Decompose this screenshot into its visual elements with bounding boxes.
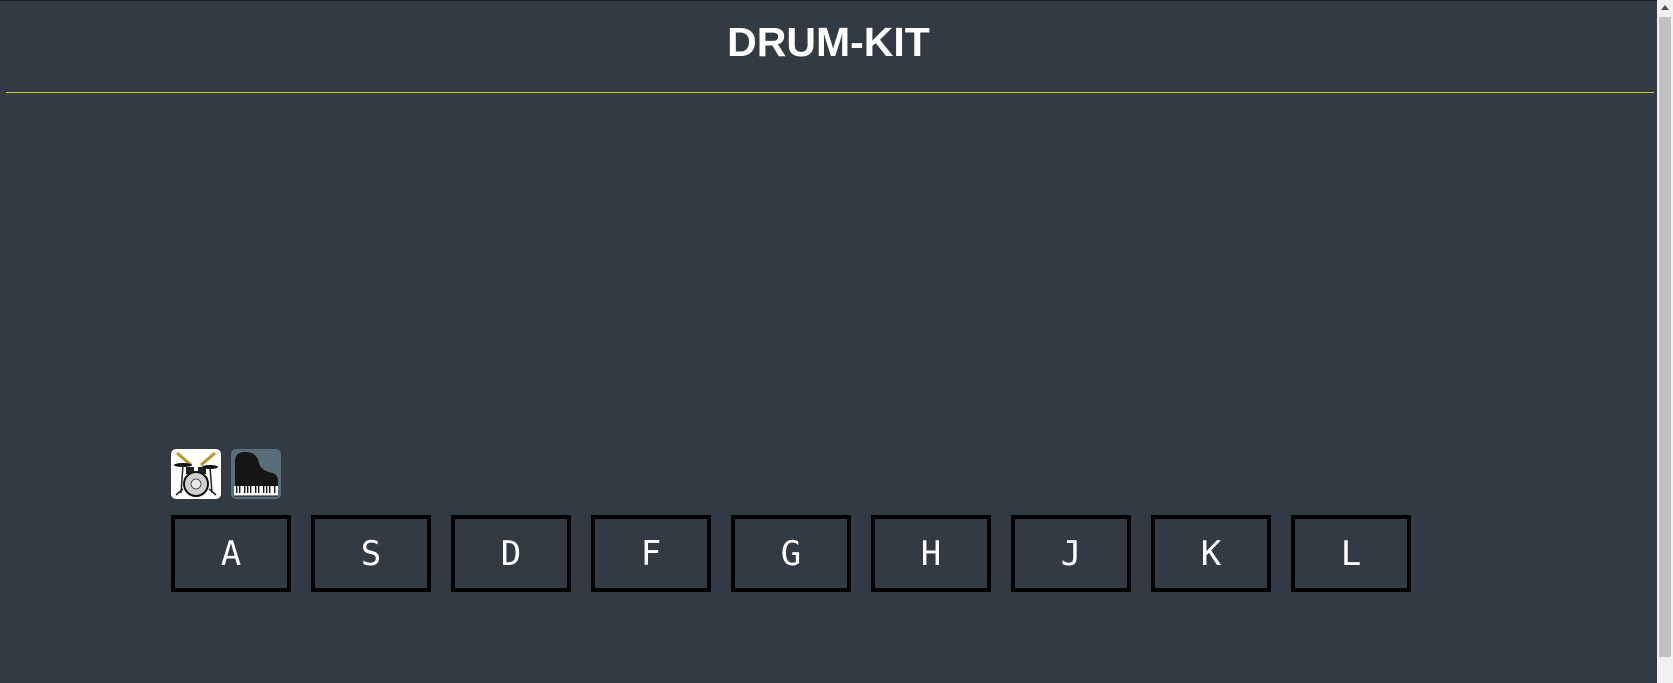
drum-kit-page: DRUM-KIT A S D F G H J K L — [0, 0, 1673, 683]
title-divider — [6, 92, 1654, 93]
drum-key-s[interactable]: S — [311, 515, 431, 592]
drum-key-a[interactable]: A — [171, 515, 291, 592]
page-title: DRUM-KIT — [727, 19, 930, 65]
scroll-up-arrow-icon[interactable] — [1661, 5, 1669, 10]
drum-key-k[interactable]: K — [1151, 515, 1271, 592]
drum-key-j[interactable]: J — [1011, 515, 1131, 592]
piano-icon[interactable] — [231, 449, 281, 499]
drum-key-h[interactable]: H — [871, 515, 991, 592]
drum-kit-icon[interactable] — [171, 449, 221, 499]
drum-key-f[interactable]: F — [591, 515, 711, 592]
vertical-scrollbar[interactable] — [1657, 0, 1673, 683]
drum-key-d[interactable]: D — [451, 515, 571, 592]
drum-key-l[interactable]: L — [1291, 515, 1411, 592]
top-border — [0, 0, 1657, 1]
instrument-selector — [171, 449, 281, 499]
drum-keys: A S D F G H J K L — [171, 515, 1411, 592]
scroll-thumb[interactable] — [1659, 17, 1671, 657]
drum-key-g[interactable]: G — [731, 515, 851, 592]
